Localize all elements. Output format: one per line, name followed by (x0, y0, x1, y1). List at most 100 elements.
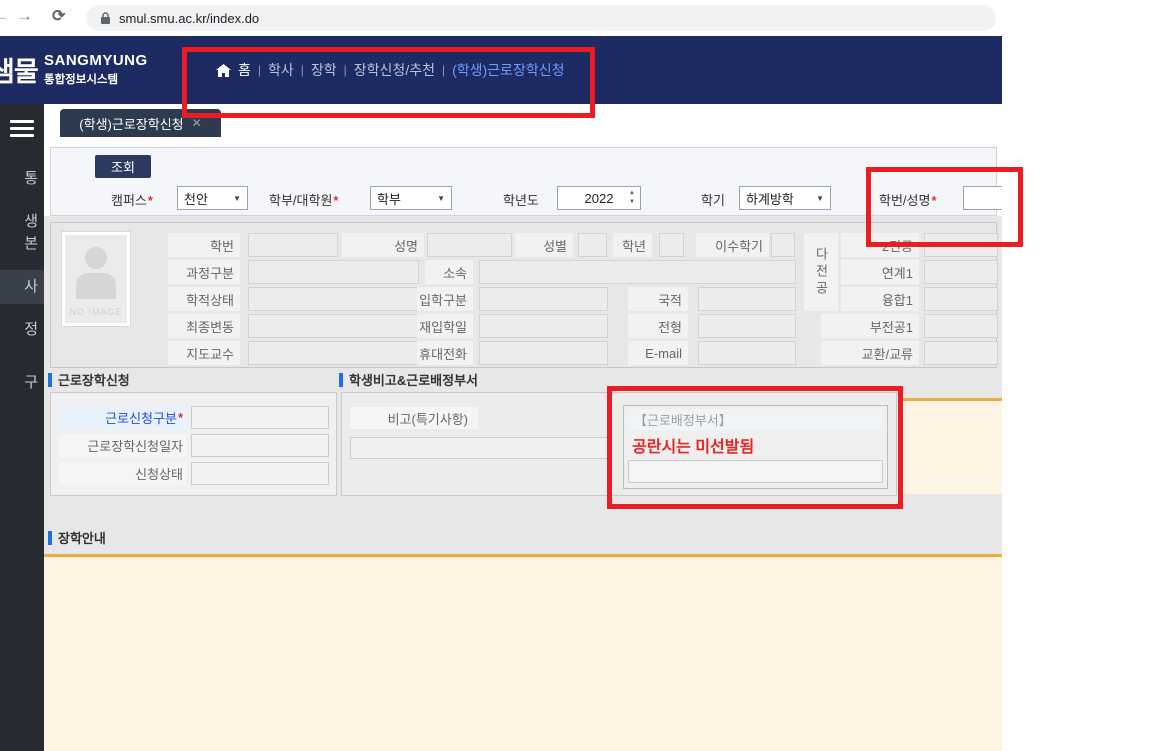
label-linked1: 연계1 (841, 260, 919, 284)
field-email[interactable] (698, 341, 796, 365)
label-admission: 입학구분 (417, 287, 473, 311)
sidebar-item-bon[interactable]: 본 (0, 233, 38, 255)
field-advisor[interactable] (248, 341, 419, 365)
main-content: (학생)근로장학신청 ✕ 조회 캠퍼스* 천안 ▼ 학부/대학원* 학부 ▼ 학… (44, 104, 1002, 751)
field-major2[interactable] (924, 233, 998, 257)
field-readmit[interactable] (479, 314, 608, 338)
note-label: 비고(특기사항) (350, 407, 478, 429)
label-multi-major: 다전공 (804, 233, 838, 311)
nav-active-work-scholarship[interactable]: (학생)근로장학신청 (452, 60, 564, 80)
label-name: 성명 (342, 233, 424, 257)
field-course[interactable] (248, 260, 419, 284)
campus-select[interactable]: 천안 ▼ (177, 186, 248, 210)
label-readmit: 재입학일 (417, 314, 473, 338)
menu-icon[interactable] (10, 120, 34, 137)
nav-separator: | (258, 63, 261, 77)
division-select[interactable]: 학부 ▼ (370, 186, 452, 210)
forward-icon[interactable]: → (16, 6, 33, 26)
url-text: smul.smu.ac.kr/index.do (119, 11, 259, 26)
refresh-icon[interactable]: ⟳ (52, 6, 65, 26)
back-icon[interactable]: ← (0, 6, 9, 26)
app-header: 샘물 SANGMYUNG 통합정보시스템 홈 | 학사 | 장학 | 장학신청/… (0, 36, 1002, 104)
campus-value: 천안 (184, 189, 208, 208)
field-dept[interactable] (479, 260, 796, 284)
person-silhouette-icon (85, 247, 107, 269)
tab-work-scholarship[interactable]: (학생)근로장학신청 ✕ (60, 109, 221, 137)
section-marker (48, 373, 52, 387)
label-gender: 성별 (515, 233, 573, 257)
label-nationality: 국적 (628, 287, 688, 311)
work-section-title: 근로장학신청 (58, 370, 130, 389)
field-exchange[interactable] (924, 341, 998, 365)
field-admission[interactable] (479, 287, 608, 311)
field-year[interactable] (659, 233, 684, 257)
label-course: 과정구분 (168, 260, 240, 284)
field-id[interactable] (248, 233, 338, 257)
remark-panel: 비고(특기사항) 【근로배정부서】 공란시는 미선발됨 (341, 392, 897, 496)
year-input[interactable]: 2022 ▲▼ (557, 186, 641, 210)
student-info-panel: NO IMAGE 학번 성명 성별 학년 이수학기 다전공 2전공 과정구분 소… (50, 222, 997, 368)
label-email: E-mail (628, 341, 688, 365)
work-status-input[interactable] (191, 462, 329, 485)
division-value: 학부 (377, 189, 401, 208)
work-status-label: 신청상태 (59, 462, 187, 485)
term-label: 학기 (701, 190, 725, 209)
field-linked1[interactable] (924, 260, 998, 284)
address-bar[interactable]: smul.smu.ac.kr/index.do (86, 5, 996, 31)
term-value: 하계방학 (746, 189, 794, 208)
chevron-down-icon: ▼ (816, 194, 824, 203)
spinner-icon[interactable]: ▲▼ (629, 189, 635, 207)
assignment-dept-input[interactable] (628, 460, 883, 483)
field-fusion1[interactable] (924, 287, 998, 311)
sidebar-item-tong[interactable]: 통 (0, 168, 38, 190)
brand-name: SANGMYUNG (44, 52, 148, 69)
work-type-input[interactable] (191, 406, 329, 429)
chevron-down-icon: ▼ (233, 194, 241, 203)
label-track: 전형 (628, 314, 688, 338)
work-date-input[interactable] (191, 434, 329, 457)
brand-block: SANGMYUNG 통합정보시스템 (44, 52, 148, 87)
field-name[interactable] (427, 233, 512, 257)
campus-label: 캠퍼스* (111, 190, 153, 209)
sidebar: 통 생 본 사 정 구 (0, 104, 44, 751)
label-phone: 휴대전화 (417, 341, 473, 365)
work-type-label: 근로신청구분* (59, 406, 187, 429)
label-advisor: 지도교수 (168, 341, 240, 365)
nav-janghak[interactable]: 장학 (311, 60, 337, 80)
guide-section-header: 장학안내 (48, 528, 106, 547)
student-id-input[interactable] (963, 186, 1002, 210)
field-nationality[interactable] (698, 287, 796, 311)
nav-home[interactable]: 홈 (238, 60, 251, 80)
nav-haksa[interactable]: 학사 (268, 60, 294, 80)
label-id: 학번 (168, 233, 240, 257)
field-status[interactable] (248, 287, 419, 311)
sidebar-item-jeong[interactable]: 정 (0, 319, 38, 341)
no-image-text: NO IMAGE (65, 307, 127, 317)
term-select[interactable]: 하계방학 ▼ (739, 186, 831, 210)
nav-separator: | (301, 63, 304, 77)
division-label: 학부/대학원* (269, 190, 338, 209)
label-fusion1: 융합1 (841, 287, 919, 311)
sidebar-item-sa[interactable]: 사 (0, 276, 38, 298)
work-section-header: 근로장학신청 (48, 370, 130, 389)
note-input[interactable] (350, 437, 610, 459)
remark-section-title: 학생비고&근로배정부서 (349, 370, 478, 389)
field-track[interactable] (698, 314, 796, 338)
sidebar-item-gu[interactable]: 구 (0, 372, 38, 394)
screen: ← → ⟳ smul.smu.ac.kr/index.do 샘물 SANGMYU… (0, 0, 1152, 751)
logo: 샘물 (0, 50, 38, 89)
field-minor1[interactable] (924, 314, 998, 338)
field-semesters[interactable] (771, 233, 795, 257)
field-phone[interactable] (479, 341, 608, 365)
nav-janghak-apply[interactable]: 장학신청/추천 (354, 60, 435, 80)
assignment-warning-text: 공란시는 미선발됨 (632, 433, 754, 457)
field-change[interactable] (248, 314, 419, 338)
query-button[interactable]: 조회 (95, 155, 151, 178)
tab-label: (학생)근로장학신청 (79, 114, 183, 133)
year-label: 학년도 (503, 190, 539, 209)
sidebar-item-saeng[interactable]: 생 (0, 211, 38, 233)
student-photo: NO IMAGE (61, 231, 131, 327)
search-panel: 조회 캠퍼스* 천안 ▼ 학부/대학원* 학부 ▼ 학년도 2022 ▲▼ 학기… (50, 147, 997, 216)
field-gender[interactable] (578, 233, 607, 257)
tab-close-icon[interactable]: ✕ (192, 116, 202, 130)
